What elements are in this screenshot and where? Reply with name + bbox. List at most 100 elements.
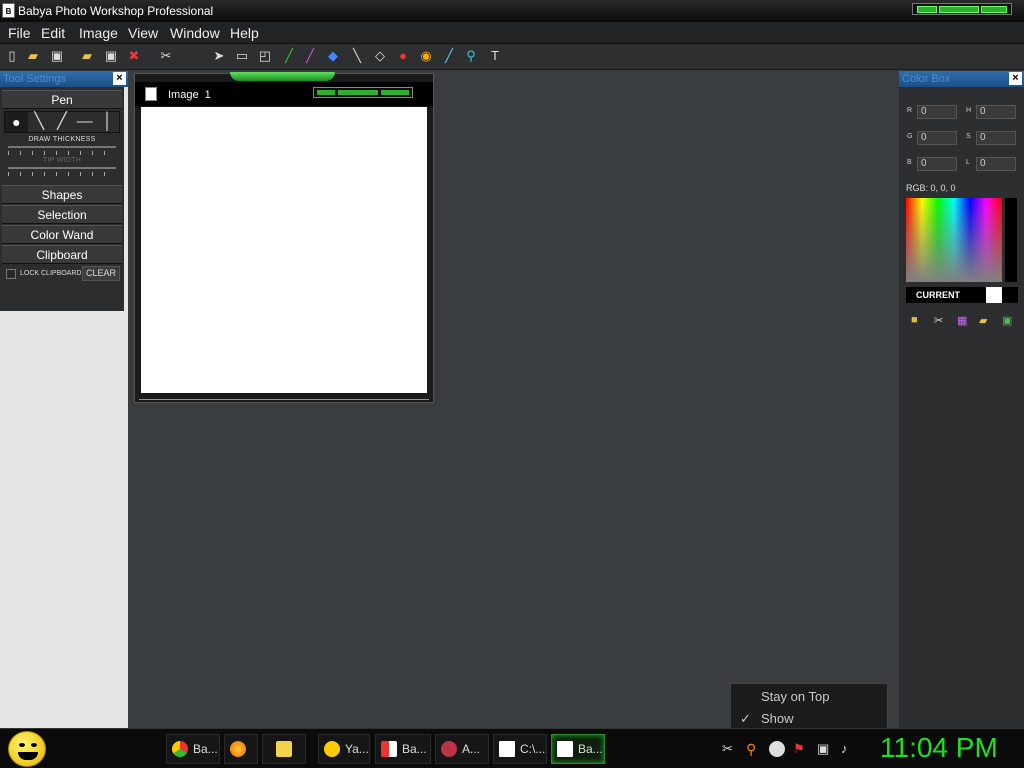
tool-settings-panel: Tool Settings × Pen ● ╲ ╱ — │ DRAW THICK…: [0, 71, 128, 728]
firefox-icon: [230, 741, 246, 757]
clipboard-row: LOCK CLIPBOARD CLEAR: [2, 266, 122, 282]
luminance-bar[interactable]: [1005, 198, 1017, 282]
selection-section[interactable]: Selection: [2, 205, 122, 224]
open-folder-icon[interactable]: ▰: [79, 48, 95, 64]
menu-image[interactable]: Image: [79, 25, 118, 41]
eraser-icon[interactable]: ◇: [372, 48, 388, 64]
task-item[interactable]: Ba...: [166, 734, 220, 764]
g-label: G: [907, 133, 913, 140]
check-icon: ✓: [740, 711, 751, 726]
show-item[interactable]: Show: [761, 711, 794, 726]
pen-section[interactable]: Pen: [2, 90, 122, 109]
task-item[interactable]: [224, 734, 258, 764]
b-input[interactable]: 0: [917, 157, 957, 171]
picker-icon[interactable]: ╱: [441, 48, 457, 64]
round-tip-icon[interactable]: ●: [5, 112, 28, 132]
open-icon[interactable]: ▰: [25, 48, 41, 64]
app-icon: B: [2, 3, 15, 18]
open-palette-icon[interactable]: ▰: [979, 314, 991, 327]
save-icon[interactable]: ▣: [49, 48, 65, 64]
r-input[interactable]: 0: [917, 105, 957, 119]
h-label: H: [966, 107, 972, 114]
shapes-section[interactable]: Shapes: [2, 185, 122, 204]
menu-help[interactable]: Help: [230, 25, 259, 41]
tool-settings-body: Pen ● ╲ ╱ — │ DRAW THICKNESS TIP WIDTH S…: [0, 87, 124, 311]
volume-icon[interactable]: ♪: [841, 741, 857, 757]
task-item[interactable]: A...: [435, 734, 489, 764]
flag-tray-icon[interactable]: ⚑: [793, 741, 809, 757]
menu-file[interactable]: File: [8, 25, 31, 41]
r-label: R: [907, 107, 913, 114]
stay-on-top-item[interactable]: Stay on Top: [761, 689, 829, 704]
cut-icon[interactable]: ✂: [158, 48, 174, 64]
s-label: S: [966, 133, 971, 140]
save-as-icon[interactable]: ▣: [103, 48, 119, 64]
window-controls[interactable]: [912, 3, 1012, 15]
line-icon[interactable]: ╲: [349, 48, 365, 64]
current-label: CURRENT: [916, 290, 960, 300]
menu-view[interactable]: View: [128, 25, 158, 41]
search-tray-icon[interactable]: ⚲: [746, 741, 762, 757]
menu-window[interactable]: Window: [170, 25, 220, 41]
close-red-icon[interactable]: ✖: [126, 48, 142, 64]
zoom-icon[interactable]: ⚲: [463, 48, 479, 64]
text-icon[interactable]: T: [487, 48, 503, 64]
draw-thickness-slider[interactable]: [8, 143, 116, 157]
eye-icon[interactable]: ◉: [418, 48, 434, 64]
brush-icon[interactable]: ╱: [302, 48, 318, 64]
tip-width-slider[interactable]: [8, 164, 116, 178]
network-tray-icon[interactable]: ✂: [722, 741, 738, 757]
messenger-tray-icon[interactable]: [769, 741, 785, 757]
clock[interactable]: 11:04 PM: [880, 732, 998, 764]
document-controls[interactable]: [313, 87, 413, 98]
rect-select-icon[interactable]: ▭: [234, 48, 250, 64]
task-item-active[interactable]: Ba...: [551, 734, 605, 764]
vertical-tip-icon[interactable]: │: [96, 112, 119, 132]
b-label: B: [907, 159, 912, 166]
menu-edit[interactable]: Edit: [41, 25, 65, 41]
lock-icon[interactable]: ■: [911, 314, 923, 326]
g-input[interactable]: 0: [917, 131, 957, 145]
doc-tab-glow: [230, 72, 335, 81]
yahoo-icon: [324, 741, 340, 757]
task-item[interactable]: Ya...: [318, 734, 370, 764]
close-icon[interactable]: ×: [113, 72, 126, 85]
current-color-swatch: [986, 287, 1002, 303]
draw-thickness-label: DRAW THICKNESS: [28, 136, 96, 143]
task-item[interactable]: [262, 734, 306, 764]
lock-clipboard-checkbox[interactable]: [6, 269, 16, 279]
network-connection-icon[interactable]: ▣: [817, 741, 833, 757]
babya-active-icon: [557, 741, 573, 757]
task-item[interactable]: C:\...: [493, 734, 547, 764]
close-icon[interactable]: ×: [1009, 72, 1022, 85]
horizontal-tip-icon[interactable]: —: [73, 112, 96, 132]
color-icon[interactable]: ●: [395, 48, 411, 64]
lasso-icon[interactable]: ◰: [257, 48, 273, 64]
clear-button[interactable]: CLEAR: [81, 266, 120, 281]
pen-icon[interactable]: ╱: [281, 48, 297, 64]
new-icon[interactable]: ▯: [4, 48, 20, 64]
cut-icon[interactable]: ✂: [934, 314, 946, 327]
color-wand-section[interactable]: Color Wand: [2, 225, 122, 244]
window-title: Babya Photo Workshop Professional: [18, 4, 214, 18]
7zip-icon: [499, 741, 515, 757]
l-label: L: [966, 159, 970, 166]
color-spectrum[interactable]: [906, 198, 1002, 282]
start-smiley-icon[interactable]: [8, 731, 46, 767]
backslash-tip-icon[interactable]: ╲: [28, 112, 51, 132]
document-title: Image 1: [168, 89, 211, 101]
color-box-title: Color Box: [902, 73, 951, 85]
l-input[interactable]: 0: [976, 157, 1016, 171]
task-item[interactable]: Ba...: [375, 734, 431, 764]
document-window: Image 1: [134, 72, 434, 403]
image-canvas[interactable]: [141, 107, 427, 393]
save-palette-icon[interactable]: ▣: [1002, 314, 1014, 327]
paste-icon[interactable]: ▦: [957, 314, 969, 327]
fill-icon[interactable]: ◆: [325, 48, 341, 64]
s-input[interactable]: 0: [976, 131, 1016, 145]
clipboard-section[interactable]: Clipboard: [2, 245, 122, 264]
slash-tip-icon[interactable]: ╱: [51, 112, 74, 132]
pointer-icon[interactable]: ➤: [211, 48, 227, 64]
h-input[interactable]: 0: [976, 105, 1016, 119]
current-color-row: CURRENT: [906, 287, 1018, 303]
